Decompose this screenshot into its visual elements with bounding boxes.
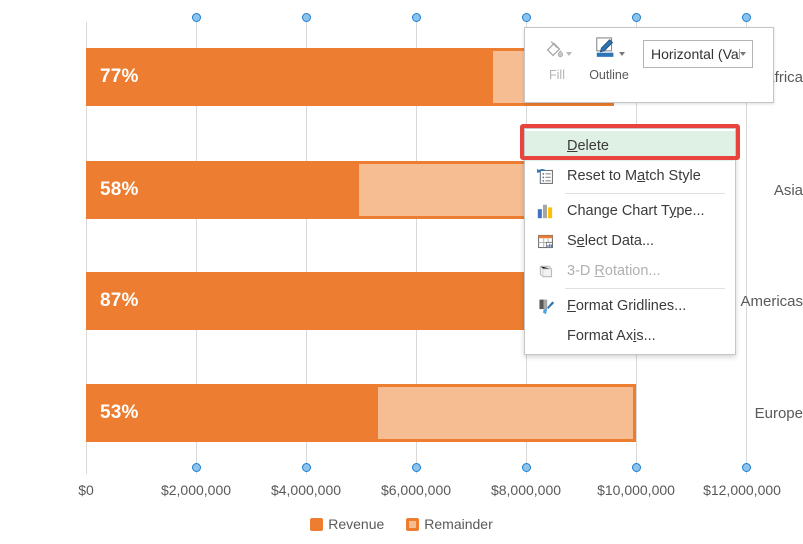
menu-item-reset-to-match-style[interactable]: Reset to Match Style — [525, 161, 735, 191]
category-label-asia: Asia — [773, 182, 803, 199]
fill-chevron-down-icon[interactable] — [565, 52, 572, 56]
xtick-label-3: $6,000,000 — [380, 482, 452, 498]
outline-chevron-down-icon[interactable] — [618, 52, 625, 56]
chart-element-select-value: Horizontal (Val — [651, 46, 740, 62]
legend-label-revenue: Revenue — [328, 516, 385, 532]
xtick-label-5: $10,000,000 — [597, 482, 675, 498]
category-label-americas: Americas — [740, 293, 803, 310]
gridline-selection-handle[interactable] — [522, 13, 531, 22]
legend-item-revenue[interactable]: Revenue — [310, 516, 384, 532]
menu-item-3d-rotation: 3-D Rotation... — [525, 256, 735, 286]
gridline-selection-handle[interactable] — [302, 463, 311, 472]
menu-item-format-gridlines[interactable]: Format Gridlines... — [525, 291, 735, 321]
menu-item-select-data[interactable]: Select Data... — [525, 226, 735, 256]
fill-bucket-icon — [543, 38, 565, 65]
data-label-africa: 77% — [100, 66, 139, 87]
gridline-selection-handle[interactable] — [742, 463, 751, 472]
legend-item-remainder[interactable]: Remainder — [406, 516, 493, 532]
chart-element-select-chevron-down-icon[interactable] — [740, 52, 746, 56]
outline-button[interactable]: Outline — [583, 33, 635, 82]
gridline-selection-handle[interactable] — [192, 13, 201, 22]
fill-button[interactable]: Fill — [531, 33, 583, 82]
reset-style-icon — [531, 167, 559, 186]
menu-separator — [565, 288, 725, 289]
menu-item-format-axis[interactable]: Format Axis... — [525, 321, 735, 351]
bar-chart-icon — [531, 202, 559, 220]
chart-element-select[interactable]: Horizontal (Val — [643, 40, 753, 68]
context-menu[interactable]: Delete Reset to Match Style Change Chart… — [524, 128, 736, 355]
legend-label-remainder: Remainder — [424, 516, 493, 532]
fill-label: Fill — [549, 68, 565, 82]
cube-3d-icon — [531, 262, 559, 281]
xtick-label-6: $12,000,000 — [703, 482, 781, 498]
data-label-asia: 58% — [100, 179, 139, 200]
chart-legend[interactable]: Revenue Remainder — [0, 516, 803, 532]
mini-toolbar[interactable]: Fill Outline Horizontal (Val — [524, 27, 774, 103]
bar-row-europe[interactable]: 53% — [86, 384, 636, 442]
outline-pen-icon — [594, 36, 618, 67]
paintbrush-icon — [531, 297, 559, 316]
xtick-label-1: $2,000,000 — [160, 482, 232, 498]
menu-item-delete[interactable]: Delete — [525, 131, 735, 161]
gridline-selection-handle[interactable] — [632, 13, 641, 22]
menu-item-change-chart-type[interactable]: Change Chart Type... — [525, 196, 735, 226]
legend-swatch-remainder-icon — [406, 517, 420, 531]
data-label-americas: 87% — [100, 290, 139, 311]
bar-row-asia[interactable]: 58% — [86, 161, 587, 219]
xtick-label-0: $0 — [78, 482, 94, 498]
select-data-icon — [531, 232, 559, 251]
gridline-selection-handle[interactable] — [302, 13, 311, 22]
bar-revenue-americas[interactable] — [86, 272, 565, 330]
gridline-selection-handle[interactable] — [522, 463, 531, 472]
gridline-selection-handle[interactable] — [192, 463, 201, 472]
gridline-selection-handle[interactable] — [412, 13, 421, 22]
category-label-europe: Europe — [754, 405, 803, 422]
outline-label: Outline — [589, 68, 629, 82]
bar-revenue-africa[interactable] — [86, 48, 493, 106]
legend-swatch-revenue-icon — [310, 517, 324, 531]
chart-screenshot: Africa 77% Asia 58% Americas 87% Europe … — [0, 0, 803, 544]
gridline-selection-handle[interactable] — [412, 463, 421, 472]
data-label-europe: 53% — [100, 402, 139, 423]
menu-separator — [565, 193, 725, 194]
gridline-selection-handle[interactable] — [632, 463, 641, 472]
gridline-selection-handle[interactable] — [742, 13, 751, 22]
xtick-label-4: $8,000,000 — [490, 482, 562, 498]
xtick-label-2: $4,000,000 — [270, 482, 342, 498]
